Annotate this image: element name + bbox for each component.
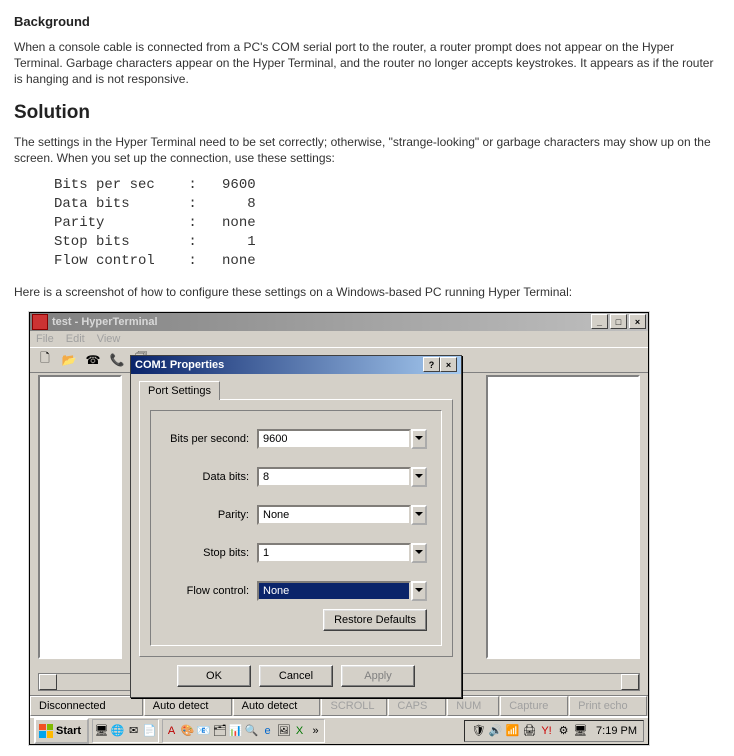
maximize-button[interactable]: □ [610, 314, 627, 329]
combo-bits-per-second[interactable] [257, 429, 427, 449]
restore-defaults-button[interactable]: Restore Defaults [323, 609, 427, 631]
ok-button[interactable]: OK [177, 665, 251, 687]
dialog-titlebar[interactable]: COM1 Properties ? × [131, 356, 461, 374]
terminal-right-pane [486, 375, 640, 659]
hyper-titlebar[interactable]: test - HyperTerminal _ □ × [30, 313, 648, 331]
ql-icon[interactable]: 🎨 [180, 723, 195, 738]
ql-icon[interactable]: 📄 [142, 723, 157, 738]
chevron-down-icon[interactable] [411, 429, 427, 449]
tray-icon[interactable]: ⚙ [556, 723, 571, 738]
chevron-down-icon[interactable] [411, 467, 427, 487]
ql-icon[interactable]: 📊 [228, 723, 243, 738]
quick-launch-2: A 🎨 📧 🗂 📊 🔍 e 🖼 X » [162, 719, 325, 743]
windows-logo-icon [39, 724, 53, 738]
ql-icon[interactable]: 🖼 [276, 723, 291, 738]
chevron-down-icon[interactable] [411, 581, 427, 601]
menu-view[interactable]: View [97, 333, 121, 345]
status-autodetect2: Auto detect [233, 696, 321, 716]
com1-properties-dialog: COM1 Properties ? × Port Settings Bits p… [130, 355, 462, 698]
tool-phone-icon[interactable]: ☎ [82, 350, 104, 370]
tab-port-settings[interactable]: Port Settings [139, 381, 220, 400]
chevron-down-icon[interactable] [411, 543, 427, 563]
dialog-help-button[interactable]: ? [423, 357, 440, 372]
label-flow-control: Flow control: [165, 585, 257, 597]
status-num: NUM [447, 696, 499, 716]
input-bits-per-second[interactable] [257, 429, 411, 449]
input-stop-bits[interactable] [257, 543, 411, 563]
terminal-area: COM1 Properties ? × Port Settings Bits p… [30, 373, 648, 695]
start-label: Start [56, 725, 81, 737]
combo-stop-bits[interactable] [257, 543, 427, 563]
screenshot-caption: Here is a screenshot of how to configure… [14, 284, 720, 300]
windows-taskbar: Start 🖥 🌐 ✉ 📄 A 🎨 📧 🗂 📊 🔍 e 🖼 [30, 716, 648, 744]
ql-icon[interactable]: » [308, 723, 323, 738]
label-stop-bits: Stop bits: [165, 547, 257, 559]
terminal-left-pane [38, 375, 122, 659]
quick-launch: 🖥 🌐 ✉ 📄 [92, 719, 159, 743]
ql-icon[interactable]: e [260, 723, 275, 738]
tray-icon[interactable]: 🔊 [488, 723, 503, 738]
ql-icon[interactable]: 📧 [196, 723, 211, 738]
scroll-left-button[interactable] [39, 674, 57, 690]
status-connection: Disconnected [30, 696, 143, 716]
tray-icon[interactable]: Y! [539, 723, 554, 738]
label-parity: Parity: [165, 509, 257, 521]
combo-data-bits[interactable] [257, 467, 427, 487]
combo-parity[interactable] [257, 505, 427, 525]
status-caps: CAPS [388, 696, 446, 716]
chevron-down-icon[interactable] [411, 505, 427, 525]
ql-icon[interactable]: A [164, 723, 179, 738]
status-bar: Disconnected Auto detect Auto detect SCR… [30, 695, 648, 716]
tray-icon[interactable]: 🛡 [471, 723, 486, 738]
hyperterminal-window: test - HyperTerminal _ □ × File Edit Vie… [29, 312, 649, 745]
ql-icon[interactable]: X [292, 723, 307, 738]
background-heading: Background [14, 14, 720, 29]
input-parity[interactable] [257, 505, 411, 525]
input-flow-control[interactable] [257, 581, 411, 601]
tool-new-icon[interactable]: 🗋 [34, 350, 56, 370]
minimize-button[interactable]: _ [591, 314, 608, 329]
screenshot-container: test - HyperTerminal _ □ × File Edit Vie… [28, 311, 650, 746]
label-bits-per-second: Bits per second: [165, 433, 257, 445]
apply-button[interactable]: Apply [341, 665, 415, 687]
taskbar-clock[interactable]: 7:19 PM [590, 725, 637, 737]
ql-icon[interactable]: 🖥 [94, 723, 109, 738]
tool-open-icon[interactable]: 📂 [58, 350, 80, 370]
status-scroll: SCROLL [321, 696, 387, 716]
settings-block: Bits per sec : 9600 Data bits : 8 Parity… [54, 176, 720, 270]
close-button[interactable]: × [629, 314, 646, 329]
menu-edit[interactable]: Edit [66, 333, 85, 345]
hyper-title-text: test - HyperTerminal [52, 316, 591, 328]
status-print: Print echo [569, 696, 647, 716]
scroll-right-button[interactable] [621, 674, 639, 690]
ql-icon[interactable]: 🗂 [212, 723, 227, 738]
cancel-button[interactable]: Cancel [259, 665, 333, 687]
solution-text: The settings in the Hyper Terminal need … [14, 134, 720, 166]
ql-icon[interactable]: ✉ [126, 723, 141, 738]
background-text: When a console cable is connected from a… [14, 39, 720, 88]
input-data-bits[interactable] [257, 467, 411, 487]
dialog-close-button[interactable]: × [440, 357, 457, 372]
solution-heading: Solution [14, 102, 720, 124]
tray-icon[interactable]: 🖨 [522, 723, 537, 738]
combo-flow-control[interactable] [257, 581, 427, 601]
menu-file[interactable]: File [36, 333, 54, 345]
tray-icon[interactable]: 📶 [505, 723, 520, 738]
tray-icon[interactable]: 🖥 [573, 723, 588, 738]
system-tray: 🛡 🔊 📶 🖨 Y! ⚙ 🖥 7:19 PM [464, 720, 644, 742]
hyper-app-icon [32, 314, 48, 330]
tool-hangup-icon[interactable]: 📞 [106, 350, 128, 370]
dialog-title-text: COM1 Properties [135, 359, 224, 371]
ql-icon[interactable]: 🌐 [110, 723, 125, 738]
status-autodetect1: Auto detect [144, 696, 232, 716]
status-capture: Capture [500, 696, 568, 716]
label-data-bits: Data bits: [165, 471, 257, 483]
menubar: File Edit View [30, 331, 648, 347]
ql-icon[interactable]: 🔍 [244, 723, 259, 738]
